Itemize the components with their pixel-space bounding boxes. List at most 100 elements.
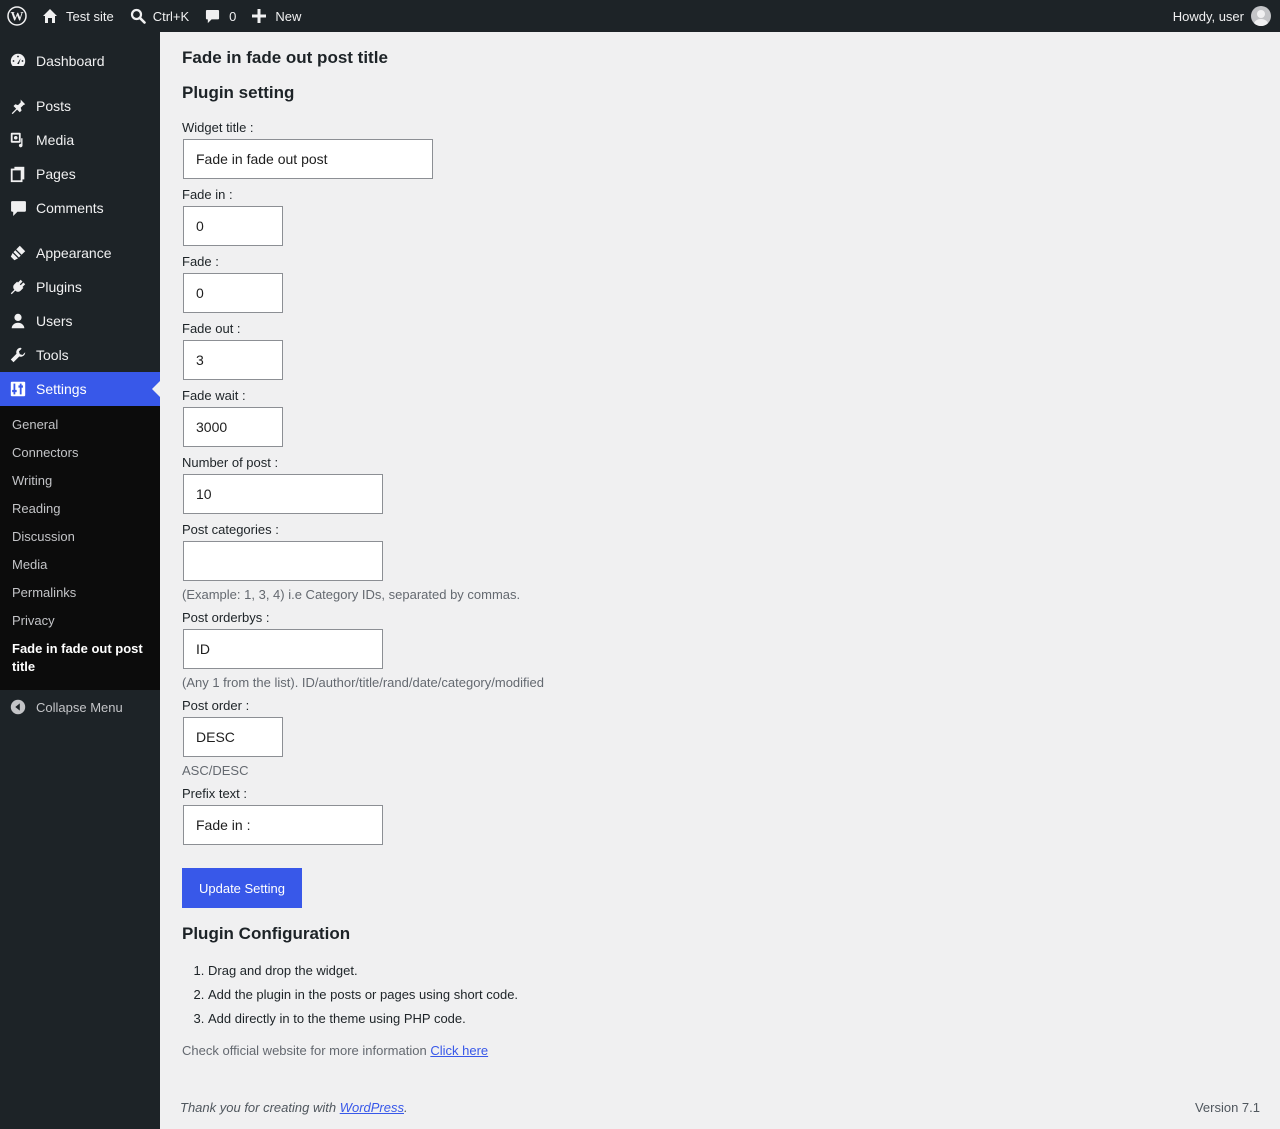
number-of-post-input[interactable]: [183, 474, 383, 514]
avatar: [1251, 6, 1271, 26]
sidebar-item-label: Dashboard: [36, 53, 105, 69]
sidebar-item-label: Settings: [36, 381, 87, 397]
wrench-icon: [0, 346, 36, 364]
comments-count: 0: [229, 8, 237, 24]
sidebar-item-pages[interactable]: Pages: [0, 157, 160, 191]
footer-thanks: Thank you for creating with WordPress.: [180, 1100, 408, 1115]
sidebar-item-tools[interactable]: Tools: [0, 338, 160, 372]
svg-text:W: W: [11, 9, 24, 24]
widget-title-label: Widget title :: [182, 120, 254, 135]
list-item: Add the plugin in the posts or pages usi…: [208, 987, 1280, 1003]
media-icon: [0, 131, 36, 149]
footer-thanks-suffix: .: [404, 1100, 408, 1115]
fade-wait-label: Fade wait :: [182, 388, 246, 403]
admin-footer: Thank you for creating with WordPress. V…: [180, 1100, 1260, 1115]
info-label: Check official website for more informat…: [182, 1043, 427, 1058]
submenu-item-reading[interactable]: Reading: [0, 495, 160, 523]
sidebar-item-plugins[interactable]: Plugins: [0, 270, 160, 304]
comment-icon: [0, 200, 36, 217]
post-order-label: Post order :: [182, 698, 250, 713]
click-here-link[interactable]: Click here: [430, 1043, 488, 1058]
collapse-menu-button[interactable]: Collapse Menu: [0, 690, 160, 724]
wordpress-link[interactable]: WordPress: [340, 1100, 404, 1115]
plugin-configuration-heading: Plugin Configuration: [182, 924, 351, 943]
number-of-post-label: Number of post :: [182, 455, 279, 470]
sidebar-item-settings[interactable]: Settings: [0, 372, 160, 406]
submenu-item-media[interactable]: Media: [0, 551, 160, 579]
submenu-item-general[interactable]: General: [0, 411, 160, 439]
submenu-item-connectors[interactable]: Connectors: [0, 439, 160, 467]
fade-input[interactable]: [183, 273, 283, 313]
search-icon: [130, 8, 146, 24]
post-categories-hint: (Example: 1, 3, 4) i.e Category IDs, sep…: [182, 587, 521, 602]
footer-version: Version 7.1: [1194, 1100, 1260, 1115]
prefix-text-label: Prefix text :: [182, 786, 248, 801]
list-item: Add directly in to the theme using PHP c…: [208, 1011, 1280, 1027]
sidebar-item-dashboard[interactable]: Dashboard: [0, 44, 160, 78]
admin-sidebar: Dashboard Posts Media Pages Comments App…: [0, 32, 160, 1129]
sidebar-item-appearance[interactable]: Appearance: [0, 236, 160, 270]
plus-icon: [252, 9, 267, 23]
post-categories-label: Post categories :: [182, 522, 279, 537]
sidebar-item-label: Plugins: [36, 279, 82, 295]
fade-out-input[interactable]: [183, 340, 283, 380]
plugin-icon: [0, 278, 36, 296]
new-label: New: [275, 8, 302, 24]
comment-icon: [206, 9, 220, 23]
collapse-menu-label: Collapse Menu: [36, 699, 123, 715]
sidebar-item-label: Tools: [36, 347, 69, 363]
home-icon: [43, 9, 57, 23]
site-name: Test site: [66, 8, 114, 24]
fade-wait-input[interactable]: [183, 407, 283, 447]
footer-thanks-text: Thank you for creating with: [180, 1100, 337, 1115]
list-item: Drag and drop the widget.: [208, 963, 1280, 979]
dashboard-icon: [0, 52, 36, 70]
post-order-hint: ASC/DESC: [182, 763, 249, 778]
comments-link[interactable]: 0: [197, 0, 244, 32]
site-name-link[interactable]: Test site: [34, 0, 122, 32]
submenu-item-privacy[interactable]: Privacy: [0, 607, 160, 635]
pages-icon: [0, 165, 36, 183]
sidebar-item-users[interactable]: Users: [0, 304, 160, 338]
sidebar-item-label: Users: [36, 313, 73, 329]
sidebar-item-comments[interactable]: Comments: [0, 191, 160, 225]
post-orderbys-label: Post orderbys :: [182, 610, 270, 625]
submenu-item-discussion[interactable]: Discussion: [0, 523, 160, 551]
wordpress-logo-icon[interactable]: W: [0, 0, 34, 32]
update-setting-button[interactable]: Update Setting: [182, 868, 302, 908]
my-account-menu[interactable]: Howdy, user: [1165, 0, 1280, 32]
new-content-button[interactable]: New: [244, 0, 309, 32]
admin-bar: W Test site Ctrl+K 0 New Howdy, user: [0, 0, 1280, 32]
widget-title-input[interactable]: [183, 139, 433, 179]
sidebar-item-label: Comments: [36, 200, 104, 216]
settings-icon: [0, 380, 36, 398]
info-text: Check official website for more informat…: [182, 1043, 1280, 1058]
fade-label: Fade :: [182, 254, 219, 269]
fade-in-input[interactable]: [183, 206, 283, 246]
config-steps-list: Drag and drop the widget. Add the plugin…: [182, 963, 1280, 1027]
post-order-input[interactable]: [183, 717, 283, 757]
howdy-text: Howdy, user: [1172, 8, 1244, 24]
submenu-item-fade-in-fade-out[interactable]: Fade in fade out post title: [0, 635, 160, 683]
collapse-arrow-icon: [0, 698, 36, 716]
plugin-setting-heading: Plugin setting: [182, 83, 295, 102]
sidebar-item-media[interactable]: Media: [0, 123, 160, 157]
settings-submenu: General Connectors Writing Reading Discu…: [0, 406, 160, 690]
search-shortcut: Ctrl+K: [152, 8, 190, 24]
prefix-text-input[interactable]: [183, 805, 383, 845]
page-title: Fade in fade out post title: [182, 48, 388, 67]
brush-icon: [0, 244, 36, 262]
post-categories-input[interactable]: [183, 541, 383, 581]
fade-in-label: Fade in :: [182, 187, 233, 202]
submenu-item-permalinks[interactable]: Permalinks: [0, 579, 160, 607]
sidebar-item-posts[interactable]: Posts: [0, 89, 160, 123]
submenu-item-writing[interactable]: Writing: [0, 467, 160, 495]
main-content: Fade in fade out post title Plugin setti…: [160, 32, 1280, 1129]
post-orderbys-input[interactable]: [183, 629, 383, 669]
fade-out-label: Fade out :: [182, 321, 241, 336]
sidebar-item-label: Appearance: [36, 245, 112, 261]
sidebar-item-label: Media: [36, 132, 75, 148]
command-palette-button[interactable]: Ctrl+K: [122, 0, 197, 32]
sidebar-item-label: Pages: [36, 166, 76, 182]
pin-icon: [0, 97, 36, 115]
